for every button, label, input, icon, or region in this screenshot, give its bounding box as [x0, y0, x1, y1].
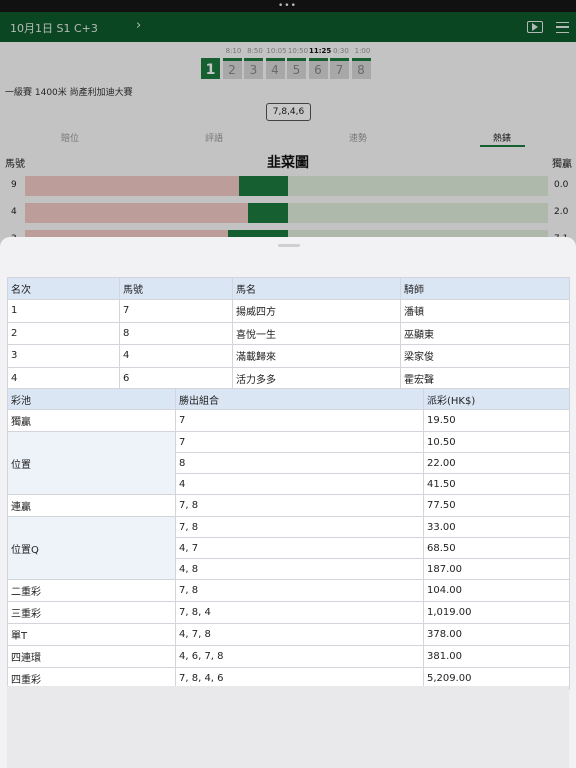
results-cell: 4 — [119, 344, 233, 368]
pool-name-cell: 三重彩 — [7, 601, 176, 624]
dividends-header-cell: 勝出組合 — [175, 388, 424, 410]
table-row: 獨贏 7 19.50 — [7, 409, 570, 432]
pool-name-cell: 位置 — [7, 431, 176, 495]
results-cell: 8 — [119, 321, 233, 345]
dividend-cell: 41.50 — [423, 473, 570, 495]
winning-combination-cell: 8 — [175, 452, 424, 474]
winning-combination-cell: 4, 7, 8 — [175, 623, 424, 646]
table-row: 單T 4, 7, 8 378.00 — [7, 623, 570, 646]
results-header-cell: 名次 — [7, 277, 120, 300]
dividends-header-cell: 派彩(HK$) — [423, 388, 570, 410]
pool-name-cell: 四連環 — [7, 645, 176, 668]
results-cell: 3 — [7, 344, 120, 368]
table-row: 位置 7 10.50 — [7, 431, 570, 495]
results-cell: 4 — [7, 366, 120, 390]
dividend-cell: 10.50 — [423, 431, 570, 453]
results-bottom-sheet: 名次 馬號 馬名 騎師 1 7 揚威四方 潘頓 2 8 喜悅一生 巫顯東 3 4 滿載歸來 梁家俊 4 6 活力多… — [0, 237, 576, 768]
dividend-cell: 1,019.00 — [423, 601, 570, 624]
table-row: 2 8 喜悅一生 巫顯東 — [7, 321, 570, 345]
winning-combination-cell: 7 — [175, 409, 424, 432]
dividend-cell: 68.50 — [423, 537, 570, 559]
pool-name-cell: 位置Q — [7, 516, 176, 580]
results-cell: 活力多多 — [232, 366, 401, 390]
dividends-header-cell: 彩池 — [7, 388, 176, 410]
sheet-drag-handle[interactable] — [278, 244, 300, 247]
results-cell: 巫顯東 — [400, 321, 570, 345]
results-cell: 7 — [119, 299, 233, 323]
dividend-cell: 104.00 — [423, 579, 570, 602]
winning-combination-cell: 4 — [175, 473, 424, 495]
winning-combination-cell: 7 — [175, 431, 424, 453]
table-row: 連贏 7, 8 77.50 — [7, 494, 570, 517]
table-row: 三重彩 7, 8, 4 1,019.00 — [7, 601, 570, 624]
dividend-cell: 187.00 — [423, 558, 570, 580]
results-table: 名次 馬號 馬名 騎師 1 7 揚威四方 潘頓 2 8 喜悅一生 巫顯東 3 4 滿載歸來 梁家俊 4 6 活力多… — [7, 277, 570, 390]
results-cell: 喜悅一生 — [232, 321, 401, 345]
table-row: 四連環 4, 6, 7, 8 381.00 — [7, 645, 570, 668]
winning-combination-cell: 4, 8 — [175, 558, 424, 580]
dividend-cell: 22.00 — [423, 452, 570, 474]
table-row: 1 7 揚威四方 潘頓 — [7, 299, 570, 323]
sheet-empty-area — [7, 686, 569, 768]
winning-combination-cell: 7, 8 — [175, 494, 424, 517]
dividend-cell: 33.00 — [423, 516, 570, 538]
winning-combination-cell: 7, 8 — [175, 579, 424, 602]
results-cell: 滿載歸來 — [232, 344, 401, 368]
status-bar: ••• — [0, 0, 576, 12]
dividend-cell: 77.50 — [423, 494, 570, 517]
winning-combination-cell: 7, 8 — [175, 516, 424, 538]
table-row: 二重彩 7, 8 104.00 — [7, 579, 570, 602]
winning-combination-cell: 7, 8, 4 — [175, 601, 424, 624]
pool-name-cell: 二重彩 — [7, 579, 176, 602]
table-row: 3 4 滿載歸來 梁家俊 — [7, 344, 570, 368]
dividends-table: 彩池 勝出組合 派彩(HK$) 獨贏 7 19.50 位置 7 10.50 8 22.00 4 41.… — [7, 388, 570, 690]
results-header-cell: 騎師 — [400, 277, 570, 300]
winning-combination-cell: 4, 6, 7, 8 — [175, 645, 424, 668]
results-cell: 梁家俊 — [400, 344, 570, 368]
results-header-cell: 馬號 — [119, 277, 233, 300]
dividend-cell: 378.00 — [423, 623, 570, 646]
more-dots-icon: ••• — [278, 1, 297, 11]
results-cell: 揚威四方 — [232, 299, 401, 323]
results-cell: 潘頓 — [400, 299, 570, 323]
pool-name-cell: 獨贏 — [7, 409, 176, 432]
dividend-cell: 381.00 — [423, 645, 570, 668]
pool-name-cell: 連贏 — [7, 494, 176, 517]
results-header-cell: 馬名 — [232, 277, 401, 300]
results-cell: 霍宏聲 — [400, 366, 570, 390]
winning-combination-cell: 4, 7 — [175, 537, 424, 559]
results-cell: 1 — [7, 299, 120, 323]
results-cell: 2 — [7, 321, 120, 345]
table-row: 位置Q 7, 8 33.00 — [7, 516, 570, 580]
results-cell: 6 — [119, 366, 233, 390]
pool-name-cell: 單T — [7, 623, 176, 646]
table-row: 4 6 活力多多 霍宏聲 — [7, 366, 570, 390]
dividend-cell: 19.50 — [423, 409, 570, 432]
